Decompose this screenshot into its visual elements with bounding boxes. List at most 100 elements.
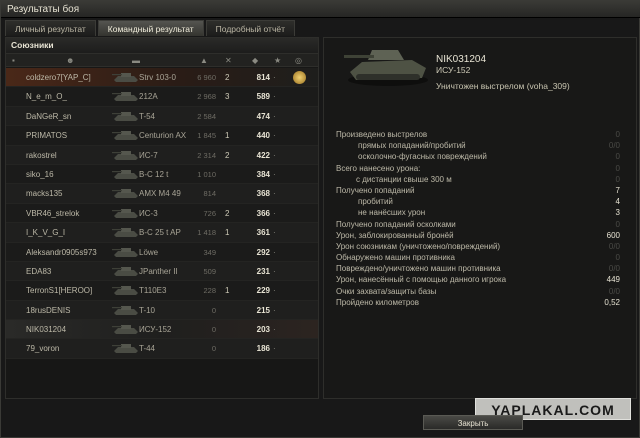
stat-row: Получено попаданий 7 [336, 185, 632, 196]
tank-name: T-44 [139, 344, 156, 354]
player-row[interactable]: siko_16 B-C 12 t 1 010 384 · [6, 164, 318, 185]
player-row[interactable]: EDA83 JPanther II 509 231 · [6, 261, 318, 282]
star-column-icon[interactable]: ★ [274, 56, 281, 65]
player-name: Aleksandr0905s973 [26, 247, 97, 257]
tank-name: Löwe [139, 247, 159, 257]
player-list: coldzero7[YAP_C] Strv 103-0 6 960 2 814 · N_e_… [6, 68, 318, 359]
tank-name: T110E3 [139, 286, 167, 296]
tank-thumbnail-icon [112, 150, 138, 160]
damage-value: 0 [211, 325, 216, 335]
tab-team[interactable]: Командный результат [97, 20, 204, 36]
damage-value: 1 010 [197, 169, 216, 179]
player-name: TerronS1[HEROO] [26, 286, 93, 296]
xp-value: 384 [256, 169, 270, 179]
xp-value: 589 [256, 92, 270, 102]
squad-marker-icon: · [273, 111, 276, 121]
stat-row: Произведено выстрелов 0 [336, 129, 632, 140]
tank-portrait-image [344, 50, 428, 86]
tank-name: Strv 103-0 [139, 73, 176, 82]
tank-thumbnail-icon [112, 131, 138, 141]
xp-value: 292 [256, 247, 270, 257]
player-row[interactable]: coldzero7[YAP_C] Strv 103-0 6 960 2 814 · [6, 68, 318, 88]
tank-name: T-10 [139, 305, 156, 315]
medal-column-icon[interactable]: ◎ [295, 56, 302, 65]
player-row[interactable]: Aleksandr0905s973 Löwe 349 292 · [6, 242, 318, 262]
close-button[interactable]: Закрыть [423, 415, 523, 430]
medal-icon[interactable] [293, 71, 306, 84]
player-name: PRIMATOS [26, 131, 68, 141]
stat-label: пробитий [358, 197, 393, 207]
kills-column-icon[interactable]: ✕ [225, 56, 232, 65]
player-row[interactable]: macks135 AMX M4 49 814 368 · [6, 184, 318, 204]
stat-label: не нанёсших урон [358, 208, 426, 218]
stat-value: 0 [615, 219, 620, 229]
tank-name: B-C 12 t [139, 169, 169, 179]
tab-detailed[interactable]: Подробный отчёт [205, 20, 295, 36]
squad-marker-icon: · [273, 73, 276, 82]
squad-marker-icon: · [273, 189, 276, 199]
squad-marker-icon: · [273, 305, 276, 315]
stat-label: Пройдено километров [336, 297, 419, 307]
tank-thumbnail-icon [112, 325, 138, 335]
kills-value: 2 [225, 208, 230, 218]
stat-value: 0/0 [608, 286, 620, 296]
player-name: 18rusDENIS [26, 305, 71, 315]
player-row[interactable]: 18rusDENIS T-10 0 215 · [6, 300, 318, 321]
squad-marker-icon: · [273, 150, 276, 160]
squad-marker-icon: · [273, 169, 276, 179]
player-row[interactable]: NIK031204 ИСУ-152 0 203 · [6, 320, 318, 340]
damage-column-icon[interactable]: ▲ [200, 56, 208, 65]
tank-thumbnail-icon [112, 111, 138, 121]
player-row[interactable]: PRIMATOS Centurion AX 1 845 1 440 · [6, 126, 318, 146]
stat-value: 0 [615, 152, 620, 162]
kills-value: 1 [225, 228, 230, 238]
kills-value: 2 [225, 150, 230, 160]
stat-row: Получено попаданий осколками 0 [336, 219, 632, 230]
xp-value: 422 [256, 150, 270, 160]
player-column-icon[interactable]: ☻ [66, 56, 74, 65]
tab-personal[interactable]: Личный результат [5, 20, 96, 36]
kills-value: 3 [225, 92, 230, 102]
xp-value: 440 [256, 131, 270, 141]
player-row[interactable]: I_K_V_G_I B-C 25 t AP 1 418 1 361 · [6, 223, 318, 243]
stat-value: 4 [615, 197, 620, 207]
stat-label: Получено попаданий [336, 185, 415, 195]
player-name: macks135 [26, 189, 63, 199]
stat-value: 0,52 [604, 297, 620, 307]
player-row[interactable]: TerronS1[HEROO] T110E3 228 1 229 · [6, 281, 318, 301]
player-row[interactable]: DaNGeR_sn T-54 2 584 474 · [6, 106, 318, 127]
tank-name: B-C 25 t AP [139, 228, 181, 238]
player-row[interactable]: N_e_m_O_ 212A 2 968 3 589 · [6, 87, 318, 107]
xp-value: 229 [256, 286, 270, 296]
tank-thumbnail-icon [112, 208, 138, 218]
player-row[interactable]: rakostrel ИС-7 2 314 2 422 · [6, 145, 318, 165]
team-panel: Союзники ▪ ☻ ▬ ▲ ✕ ◆ ★ ◎ coldzero7[YAP_C… [5, 37, 319, 399]
stat-value: 0 [615, 163, 620, 173]
player-row[interactable]: VBR46_strelok ИС-3 726 2 366 · [6, 203, 318, 224]
damage-value: 349 [203, 247, 216, 257]
player-row[interactable]: 79_voron T-44 0 186 · [6, 339, 318, 359]
tank-name: ИС-7 [139, 150, 158, 160]
xp-column-icon[interactable]: ◆ [252, 56, 258, 65]
stat-value: 0 [615, 130, 620, 139]
player-name: NIK031204 [26, 325, 67, 335]
damage-value: 814 [203, 189, 216, 199]
damage-value: 228 [203, 286, 216, 296]
detail-panel: NIK031204 ИСУ-152 Уничтожен выстрелом (v… [323, 37, 637, 399]
tank-name: JPanther II [139, 266, 178, 276]
tank-column-icon[interactable]: ▬ [132, 56, 140, 65]
player-name: EDA83 [26, 266, 52, 276]
damage-value: 1 845 [197, 131, 216, 141]
stat-value: 7 [615, 185, 620, 195]
stat-row: Пройдено километров 0,52 [336, 297, 632, 308]
detail-tank-name: ИСУ-152 [436, 65, 471, 75]
squad-marker-icon: · [273, 266, 276, 276]
detail-status: Уничтожен выстрелом (voha_309) [436, 81, 570, 91]
kills-value: 2 [225, 73, 230, 82]
damage-value: 2 314 [197, 150, 216, 160]
stat-label: Повреждено/уничтожено машин противника [336, 264, 501, 274]
xp-value: 215 [256, 305, 270, 315]
player-name: coldzero7[YAP_C] [26, 73, 91, 82]
squad-marker-icon: · [273, 286, 276, 296]
stat-value: 3 [615, 208, 620, 218]
